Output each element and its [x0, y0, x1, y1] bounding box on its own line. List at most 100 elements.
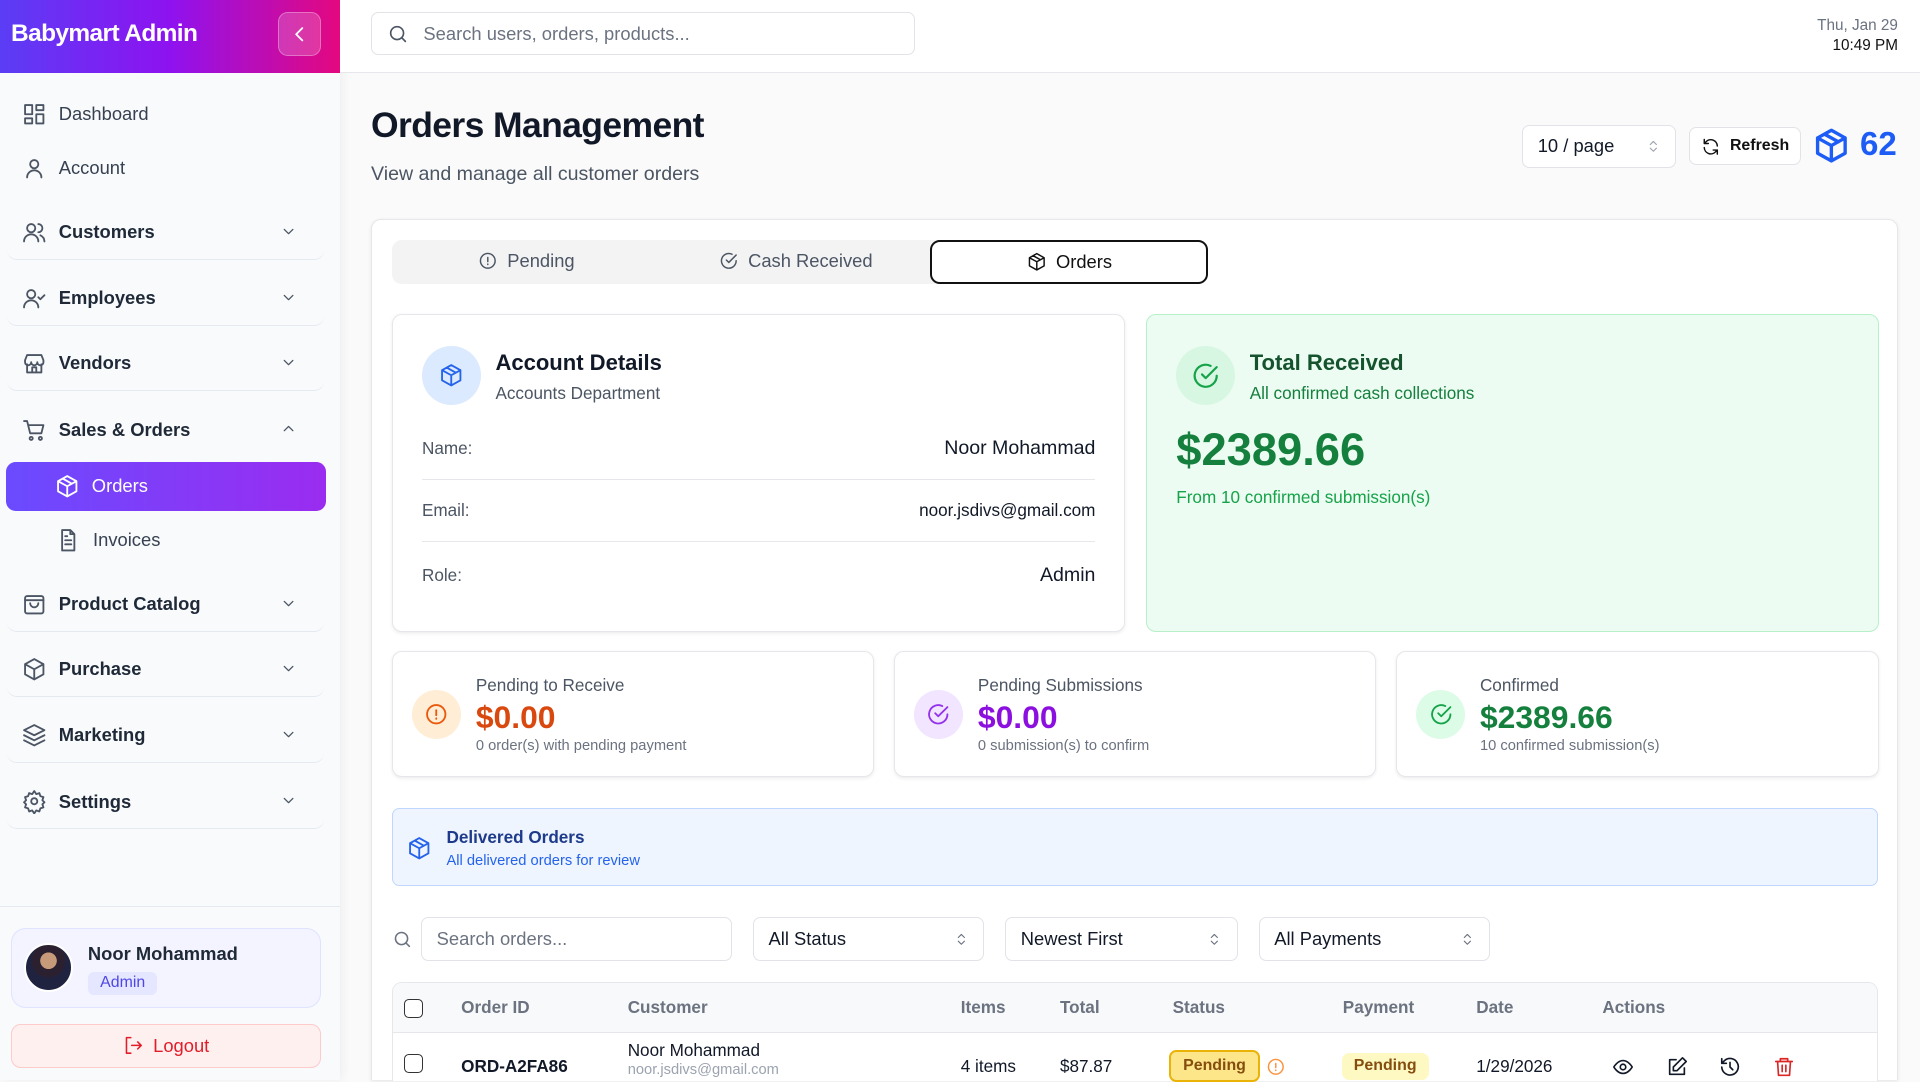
col-payment[interactable]: Payment — [1343, 983, 1414, 1033]
sort-select[interactable]: Newest First — [1005, 916, 1238, 961]
tab-orders[interactable]: Orders — [930, 239, 1209, 284]
package-icon — [24, 658, 45, 681]
stat-note: 0 order(s) with pending payment — [475, 737, 687, 754]
tab-label: Orders — [1055, 250, 1113, 272]
table-row[interactable]: ORD-A2FA86 Noor Mohammad noor.jsdivs@gma… — [393, 1033, 1877, 1082]
search-icon — [394, 931, 410, 948]
tab-pending[interactable]: Pending — [392, 240, 661, 283]
sidebar-item-account[interactable]: Account — [7, 141, 324, 195]
stat-pending-to-receive: Pending to Receive $0.00 0 order(s) with… — [391, 651, 875, 778]
chevron-up-icon — [284, 425, 294, 432]
user-card[interactable]: Noor Mohammad Admin — [11, 928, 321, 1008]
avatar — [24, 942, 74, 992]
orders-search-input[interactable]: Search orders... — [420, 916, 732, 961]
refresh-button[interactable]: Refresh — [1688, 127, 1802, 166]
delivered-title: Delivered Orders — [446, 827, 585, 848]
sidebar-item-label: Sales & Orders — [58, 418, 191, 440]
stat-note: 0 submission(s) to confirm — [977, 737, 1150, 754]
sidebar-item-marketing[interactable]: Marketing — [7, 709, 325, 763]
tab-cash-received[interactable]: Cash Received — [661, 240, 930, 283]
col-customer[interactable]: Customer — [628, 983, 708, 1033]
stat-confirmed: Confirmed $2389.66 10 confirmed submissi… — [1395, 651, 1880, 778]
chevron-down-icon — [284, 600, 294, 607]
col-date[interactable]: Date — [1476, 983, 1513, 1033]
order-date: 1/29/2026 — [1476, 1056, 1553, 1077]
select-all-checkbox[interactable] — [403, 998, 424, 1019]
check-circle-badge — [1176, 346, 1236, 405]
chevron-down-icon — [284, 665, 294, 672]
alert-circle-icon — [479, 253, 496, 270]
col-items[interactable]: Items — [961, 983, 1006, 1033]
box-icon — [441, 364, 462, 387]
per-page-select[interactable]: 10 / page — [1522, 124, 1677, 168]
email-value: noor.jsdivs@gmail.com — [919, 500, 1096, 521]
col-order-id[interactable]: Order ID — [461, 983, 530, 1033]
sidebar-item-label: Orders — [91, 475, 148, 497]
box-icon — [57, 474, 78, 498]
divider — [0, 906, 341, 908]
check-circle-icon — [1193, 363, 1218, 388]
account-subtitle: Accounts Department — [495, 382, 661, 403]
top-bar: Search users, orders, products... Thu, J… — [340, 0, 1920, 74]
status-filter-select[interactable]: All Status — [752, 916, 985, 961]
chevron-updown-icon — [957, 933, 965, 945]
email-label: Email: — [421, 500, 470, 521]
sidebar-item-vendors[interactable]: Vendors — [7, 337, 325, 391]
sidebar-item-label: Account — [58, 156, 126, 178]
account-title: Account Details — [495, 349, 662, 375]
chevron-down-icon — [284, 798, 294, 804]
items-count: 4 items — [960, 1056, 1016, 1077]
col-status[interactable]: Status — [1173, 983, 1225, 1033]
history-icon[interactable] — [1719, 1056, 1741, 1078]
tab-bar: Pending Cash Received Orders — [391, 239, 1209, 284]
logout-button[interactable]: Logout — [11, 1023, 321, 1068]
eye-icon[interactable] — [1612, 1056, 1634, 1078]
chevron-down-icon — [284, 359, 294, 366]
customer-name: Noor Mohammad — [627, 1040, 760, 1061]
cart-icon — [23, 419, 45, 441]
delivered-subtitle: All delivered orders for review — [446, 853, 640, 869]
edit-icon[interactable] — [1666, 1056, 1688, 1078]
chevron-updown-icon — [1649, 140, 1657, 152]
sidebar-item-settings[interactable]: Settings — [7, 775, 325, 829]
stat-value: $2389.66 — [1479, 698, 1613, 735]
sidebar-item-label: Vendors — [58, 352, 132, 374]
payment-filter-select[interactable]: All Payments — [1258, 916, 1490, 961]
datetime: Thu, Jan 29 10:49 PM — [1817, 16, 1898, 55]
per-page-value: 10 / page — [1537, 135, 1615, 157]
orders-panel: Pending Cash Received Orders Account Det… — [371, 219, 1898, 1082]
sidebar-item-invoices[interactable]: Invoices — [7, 513, 324, 567]
stat-label: Confirmed — [1479, 675, 1559, 696]
store-icon — [24, 354, 45, 374]
order-id[interactable]: ORD-A2FA86 — [461, 1056, 568, 1077]
sidebar-item-employees[interactable]: Employees — [7, 272, 325, 326]
stat-label: Pending Submissions — [977, 675, 1143, 696]
col-total[interactable]: Total — [1060, 983, 1100, 1033]
sidebar-item-dashboard[interactable]: Dashboard — [7, 87, 324, 141]
chevron-updown-icon — [1211, 933, 1219, 945]
payment-filter-value: All Payments — [1274, 927, 1382, 949]
user-check-icon — [23, 289, 46, 309]
search-placeholder: Search users, orders, products... — [423, 22, 690, 44]
layers-icon — [23, 724, 46, 747]
sidebar-item-orders[interactable]: Orders — [6, 461, 326, 511]
delivered-orders-banner: Delivered Orders All delivered orders fo… — [391, 807, 1879, 887]
tab-label: Pending — [507, 250, 575, 272]
row-checkbox[interactable] — [403, 1053, 424, 1074]
name-label: Name: — [421, 437, 473, 458]
grid-icon — [24, 103, 45, 124]
sidebar: Babymart Admin Dashboard Account Custome… — [0, 0, 341, 1080]
sidebar-item-purchase[interactable]: Purchase — [7, 643, 325, 697]
users-icon — [23, 223, 46, 243]
sidebar-item-sales-orders[interactable]: Sales & Orders — [7, 403, 324, 457]
sidebar-item-customers[interactable]: Customers — [7, 206, 325, 260]
status-badge[interactable]: Pending — [1168, 1050, 1261, 1082]
table-header: Order ID Customer Items Total Status Pay… — [392, 982, 1877, 1033]
trash-icon[interactable] — [1773, 1056, 1795, 1078]
sidebar-item-product-catalog[interactable]: Product Catalog — [7, 578, 325, 632]
collapse-sidebar-button[interactable] — [277, 12, 321, 57]
logout-label: Logout — [153, 1034, 210, 1056]
global-search-input[interactable]: Search users, orders, products... — [371, 12, 915, 56]
sort-value: Newest First — [1020, 927, 1123, 949]
alert-circle-icon — [1267, 1059, 1284, 1076]
